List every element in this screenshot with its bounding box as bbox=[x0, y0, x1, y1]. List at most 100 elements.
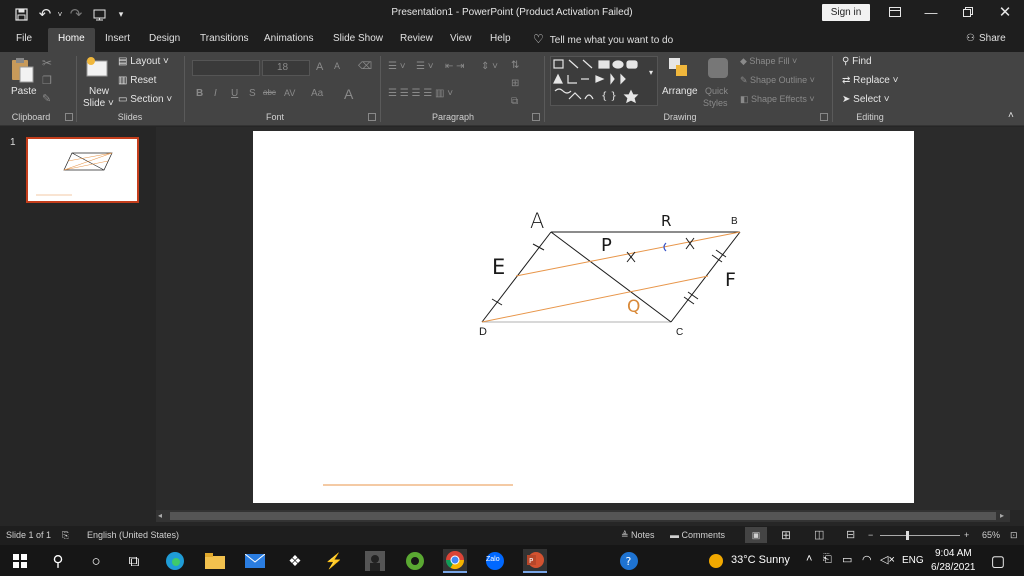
change-case-button[interactable]: Aa bbox=[311, 88, 323, 99]
reading-view-icon[interactable]: ◫ bbox=[814, 528, 824, 541]
zoom-in-icon[interactable]: + bbox=[964, 530, 969, 540]
normal-view-icon[interactable]: ▣ bbox=[745, 527, 767, 543]
shape-effects-button[interactable]: ◧ Shape Effects ˅ bbox=[740, 94, 815, 105]
help-icon[interactable]: ? bbox=[617, 549, 641, 573]
tab-home[interactable]: Home bbox=[48, 28, 95, 52]
indent-icons[interactable]: ⇤ ⇥ bbox=[445, 61, 465, 72]
shapes-more-icon[interactable]: ▾ bbox=[649, 68, 653, 77]
italic-button[interactable]: I bbox=[214, 88, 217, 99]
strikethrough-button[interactable]: abc bbox=[263, 88, 276, 97]
collapse-ribbon-icon[interactable]: ˄ bbox=[1008, 110, 1014, 121]
accessibility-icon[interactable]: ⎘ bbox=[62, 530, 69, 541]
clear-formatting-icon[interactable]: ⌫ bbox=[358, 61, 372, 72]
tab-review[interactable]: Review bbox=[400, 28, 433, 52]
tab-view[interactable]: View bbox=[450, 28, 472, 52]
grow-font-button[interactable]: A bbox=[316, 61, 323, 73]
slideshow-view-icon[interactable]: ⊟ bbox=[846, 528, 855, 541]
shapes-gallery[interactable]: { } bbox=[550, 56, 658, 106]
font-launcher-icon[interactable] bbox=[368, 113, 376, 121]
dropbox-icon[interactable]: ❖ bbox=[283, 549, 307, 573]
cut-icon[interactable]: ✂ bbox=[42, 56, 52, 70]
find-button[interactable]: ⚲ Find bbox=[842, 56, 872, 67]
show-hidden-icons-icon[interactable]: ˄ bbox=[806, 553, 812, 565]
clipboard-launcher-icon[interactable] bbox=[65, 113, 73, 121]
weather-text[interactable]: 33°C Sunny bbox=[731, 554, 790, 566]
drawing-launcher-icon[interactable] bbox=[820, 113, 828, 121]
copy-icon[interactable]: ❐ bbox=[42, 74, 52, 87]
volume-icon[interactable]: ◁× bbox=[880, 553, 895, 566]
windows-start-icon[interactable] bbox=[8, 549, 32, 573]
tab-transitions[interactable]: Transitions bbox=[200, 28, 249, 52]
slide-thumbnail-1[interactable] bbox=[26, 137, 139, 203]
clock-time[interactable]: 9:04 AM bbox=[935, 548, 972, 559]
font-family-combo[interactable] bbox=[192, 60, 260, 76]
wifi-icon[interactable]: ◠ bbox=[862, 553, 872, 566]
tab-insert[interactable]: Insert bbox=[105, 28, 130, 52]
close-icon[interactable]: ✕ bbox=[990, 3, 1020, 23]
slide-canvas[interactable]: A B C D E F P Q R bbox=[253, 131, 914, 503]
quick-styles-button[interactable]: Quick Styles bbox=[702, 54, 734, 110]
weather-sun-icon[interactable] bbox=[704, 549, 728, 573]
new-slide-button[interactable]: New Slide ˅ bbox=[82, 54, 114, 112]
chrome-icon[interactable] bbox=[443, 549, 467, 573]
zoom-out-icon[interactable]: − bbox=[868, 530, 873, 540]
font-size-combo[interactable]: 18 bbox=[262, 60, 310, 76]
tab-slide-show[interactable]: Slide Show bbox=[333, 28, 383, 52]
layout-button[interactable]: ▤ Layout ˅ bbox=[118, 56, 169, 67]
align-icons[interactable]: ☰ ☰ ☰ ☰ ▥ ˅ bbox=[388, 88, 453, 99]
unknown-app-icon[interactable]: ⚡ bbox=[322, 549, 346, 573]
comments-button[interactable]: ▬ Comments bbox=[670, 530, 725, 540]
character-spacing-button[interactable]: AV bbox=[284, 88, 295, 98]
paragraph-launcher-icon[interactable] bbox=[532, 113, 540, 121]
ribbon-display-options-icon[interactable] bbox=[880, 3, 910, 23]
mail-icon[interactable] bbox=[243, 549, 267, 573]
section-button[interactable]: ▭ Section ˅ bbox=[118, 94, 172, 105]
arrange-button[interactable]: Arrange bbox=[662, 54, 698, 110]
zoom-slider[interactable] bbox=[880, 531, 960, 540]
undo-icon[interactable]: ↶ bbox=[36, 5, 54, 23]
tab-animations[interactable]: Animations bbox=[264, 28, 313, 52]
bold-button[interactable]: B bbox=[196, 88, 203, 99]
customize-qat-icon[interactable]: ▾ bbox=[116, 5, 126, 23]
tab-design[interactable]: Design bbox=[149, 28, 180, 52]
text-direction-icon[interactable]: ⇅ bbox=[511, 60, 519, 71]
green-app-icon[interactable] bbox=[403, 549, 427, 573]
input-language[interactable]: ENG bbox=[902, 555, 924, 566]
zoom-slider-thumb[interactable] bbox=[906, 531, 909, 540]
redo-icon[interactable]: ↷ bbox=[68, 5, 84, 23]
user-photo-app-icon[interactable] bbox=[363, 549, 387, 573]
file-explorer-icon[interactable] bbox=[203, 549, 227, 573]
paste-button[interactable]: Paste bbox=[6, 54, 40, 100]
powerpoint-icon[interactable]: P bbox=[523, 549, 547, 573]
tell-me-search[interactable]: ♡ Tell me what you want to do bbox=[533, 28, 673, 52]
restore-icon[interactable] bbox=[953, 3, 983, 23]
select-button[interactable]: ➤ Select ˅ bbox=[842, 94, 890, 105]
shadow-button[interactable]: S bbox=[249, 88, 256, 99]
edge-browser-icon[interactable] bbox=[163, 549, 187, 573]
save-icon[interactable] bbox=[12, 5, 30, 23]
font-color-button[interactable]: A bbox=[344, 86, 353, 102]
tray-device-icon[interactable]: ⎗ bbox=[823, 553, 832, 566]
notes-button[interactable]: ≜ Notes bbox=[621, 530, 655, 541]
reset-button[interactable]: ▥ Reset bbox=[118, 75, 156, 86]
bullets-icon[interactable]: ☰ ˅ bbox=[388, 61, 406, 72]
shape-fill-button[interactable]: ◆ Shape Fill ˅ bbox=[740, 56, 797, 67]
underline-button[interactable]: U bbox=[231, 88, 238, 99]
language-indicator[interactable]: English (United States) bbox=[87, 530, 179, 540]
shrink-font-button[interactable]: A bbox=[334, 61, 340, 71]
zalo-icon[interactable]: Zalo bbox=[483, 549, 507, 573]
tab-file[interactable]: File bbox=[16, 28, 32, 52]
search-icon[interactable]: ⚲ bbox=[46, 549, 70, 573]
replace-button[interactable]: ⇄ Replace ˅ bbox=[842, 75, 898, 86]
notifications-icon[interactable]: ▢ bbox=[986, 549, 1010, 573]
slide-sorter-icon[interactable]: ⊞ bbox=[781, 528, 791, 542]
scroll-thumb[interactable] bbox=[170, 512, 996, 520]
share-button[interactable]: ⚇ Share bbox=[966, 28, 1006, 52]
present-from-start-icon[interactable] bbox=[90, 5, 108, 23]
task-view-icon[interactable]: ⧉ bbox=[122, 549, 146, 573]
clock-date[interactable]: 6/28/2021 bbox=[931, 562, 976, 573]
tab-help[interactable]: Help bbox=[490, 28, 511, 52]
smartart-icon[interactable]: ⧉ bbox=[511, 96, 518, 107]
zoom-level[interactable]: 65% bbox=[982, 530, 1000, 540]
scroll-right-icon[interactable]: ▸ bbox=[1000, 511, 1004, 520]
